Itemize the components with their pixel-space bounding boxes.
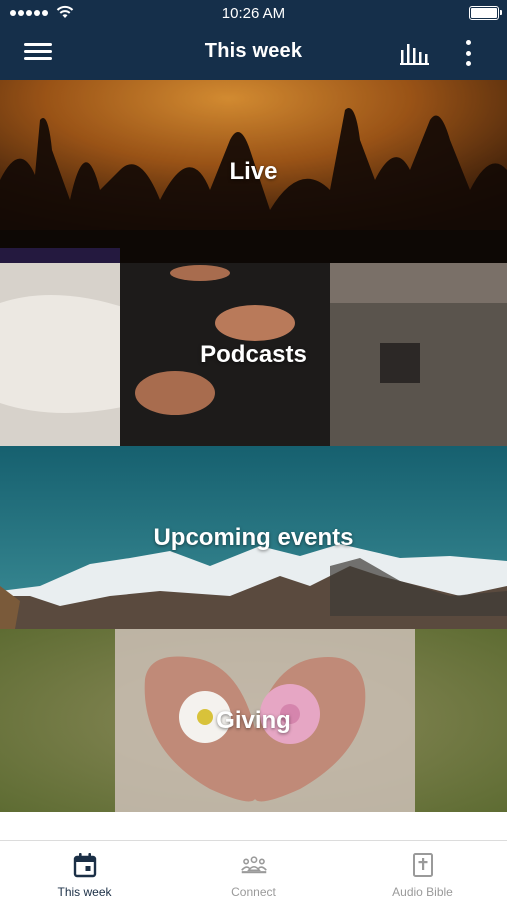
tile-label: Live	[229, 157, 278, 185]
tab-connect[interactable]: Connect	[169, 841, 338, 900]
status-bar: 10:26 AM	[0, 0, 507, 26]
battery-icon	[469, 6, 502, 20]
tile-upcoming-events[interactable]: Upcoming events	[0, 446, 507, 629]
tile-podcasts[interactable]: Podcasts	[0, 263, 507, 446]
more-vertical-icon	[465, 40, 471, 45]
tab-bar: This week Connect Audio Bible	[0, 840, 507, 900]
tile-label: Podcasts	[200, 340, 307, 368]
tile-label: Giving	[216, 706, 291, 734]
audio-levels-icon[interactable]	[398, 40, 432, 66]
tab-label: Audio Bible	[392, 885, 453, 899]
header: 10:26 AM This week	[0, 0, 507, 80]
menu-icon	[24, 43, 52, 46]
nav-bar: This week	[0, 26, 507, 80]
people-icon	[240, 856, 267, 874]
tile-label: Upcoming events	[153, 523, 354, 551]
tab-this-week[interactable]: This week	[0, 841, 169, 900]
spacer	[0, 812, 507, 840]
status-time: 10:26 AM	[221, 5, 286, 22]
tab-label: Connect	[231, 885, 276, 899]
bible-icon	[412, 853, 433, 877]
content-tiles: Live Podcasts Upcoming events Giving	[0, 80, 507, 812]
calendar-icon	[73, 853, 96, 878]
menu-button[interactable]	[24, 40, 54, 64]
more-options-button[interactable]	[458, 38, 478, 68]
tab-audio-bible[interactable]: Audio Bible	[338, 841, 507, 900]
tab-label: This week	[57, 885, 112, 899]
tile-giving[interactable]: Giving	[0, 629, 507, 812]
tile-live[interactable]: Live	[0, 80, 507, 263]
